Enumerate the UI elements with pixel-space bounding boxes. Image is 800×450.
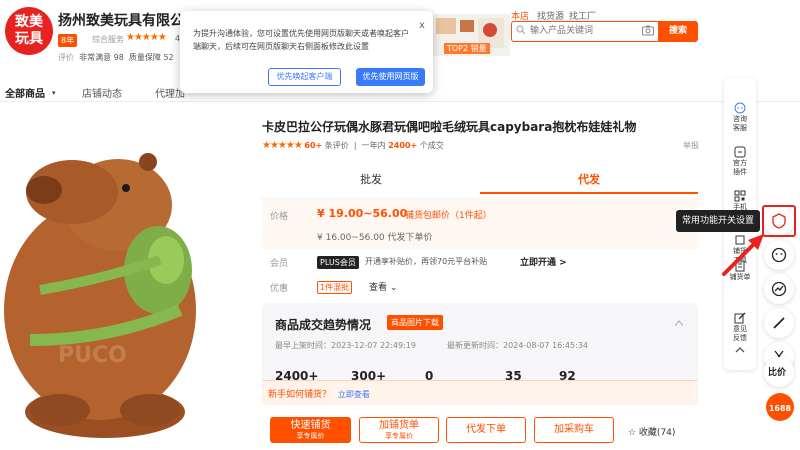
chevron-up-icon[interactable] [675,320,683,326]
price-note: 铺货包邮价（1件起） [405,211,492,221]
sales-count: 2400+ [388,141,418,150]
plus-member-badge: PLUS会员 [317,256,359,269]
favorite-button[interactable]: ☆ 收藏(74) [628,425,675,438]
plugin-icon [734,146,746,158]
last-updated-time: 最新更新时间：2024-08-07 16:45:34 [447,341,588,350]
shop-logo[interactable]: 致美 玩具 [5,7,53,55]
add-to-cart-button[interactable]: 加采购车 [534,417,614,443]
metric-label: 评价 [58,53,74,62]
price-compare-label: 比价 [768,368,787,378]
prefer-client-button[interactable]: 优先唤起客户端 [268,68,341,86]
search-box[interactable] [511,21,658,42]
product-image[interactable]: PUCO [0,110,230,450]
qrcode-icon [734,190,746,202]
prefer-web-button[interactable]: 优先使用网页版 [356,68,425,86]
how-to-link[interactable]: 立即查看 [338,390,370,399]
review-count[interactable]: 60+ [304,141,322,150]
price-label: 价格 [270,212,289,222]
shop-rating-stars: ★★★★★ [126,32,167,43]
popup-message: 为提升沟通体验，您可设置优先使用网页版聊天或者唤起客户端聊天，后续可在网页版聊天… [193,29,409,51]
price-block: 价格 ¥ 19.00~56.00 铺货包邮价（1件起） ¥ 16.00~56.0… [262,197,698,249]
shop-year-badge: 8年 [58,34,78,47]
report-link[interactable]: 举报 [683,140,699,151]
first-listed-time: 最早上架时间：2023-12-07 22:49:19 [275,341,416,350]
add-to-list-button[interactable]: 加铺货单 享专属价 [359,417,439,443]
logo-1688-text: 1688 [769,404,792,413]
arrow-icon [722,234,764,276]
chevron-down-icon: ▾ [52,89,56,97]
nav-all-products[interactable]: 全部商品 [5,85,45,100]
tab-wholesale[interactable]: 批发 [262,166,480,194]
chevron-up-icon [735,347,745,353]
product-title: 卡皮巴拉公仔玩偶水豚君玩偶吧啦毛绒玩具capybara抱枕布娃娃礼物 [262,120,637,134]
close-icon[interactable]: x [419,20,425,31]
sidebar-label: 意见 反馈 [733,325,747,342]
chat-preference-popup: 为提升沟通体验，您可设置优先使用网页版聊天或者唤起客户端聊天，后续可在网页版聊天… [180,11,433,93]
svg-text:PUCO: PUCO [58,343,127,368]
scroll-top-button[interactable] [724,344,756,357]
add-list-label: 加铺货单 [379,420,419,431]
rating-row: ★★★★★ 60+ 条评价 | 一年内 2400+ 个成交 [262,140,444,151]
quick-list-sub: 享专属价 [296,432,325,440]
review-label: 条评价 [324,141,349,150]
rating-stars: ★★★★★ [262,140,303,151]
camera-icon[interactable] [642,25,654,36]
nav-shop-news[interactable]: 店铺动态 [82,85,122,100]
sidebar-item-plugin[interactable]: 官方 插件 [724,128,756,177]
plus-member-text: 开通享补贴价，再领70元平台补贴 [365,257,488,266]
how-to-text: 新手如何铺货？ [268,390,332,400]
discount-badge: 1件混批 [317,281,353,294]
sidebar-item-consult[interactable]: 咨询 客服 [724,84,756,133]
shop-metrics: 评价 非常满意 98 质量保障 52 [58,52,174,63]
trend-title: 商品成交趋势情况 [275,318,372,332]
sidebar-item-feedback[interactable]: 意见 反馈 [724,294,756,343]
discount-view-link[interactable]: 查看 ⌄ [369,280,397,293]
download-images-button[interactable]: 商品图片下载 [387,315,443,330]
search-input[interactable] [530,22,640,40]
metric-quality: 质量保障 52 [128,53,174,62]
sales-suffix: 个成交 [419,141,444,150]
search-button[interactable]: 搜索 [658,21,698,42]
tab-dropship[interactable]: 代发 [480,166,698,194]
how-to-banner: 新手如何铺货？ 立即查看 [262,381,698,405]
trend-icon [771,281,787,297]
action-bar: 新手如何铺货？ 立即查看 快速铺货 享专属价 加铺货单 享专属价 代发下单 加采… [262,380,698,450]
top2-badge: TOP2 销量 [444,43,490,54]
chat-icon [734,102,746,114]
smile-icon [771,247,787,263]
discount-label: 优惠 [270,284,289,294]
shop-name[interactable]: 扬州致美玩具有限公司 [58,10,198,30]
edit-icon [734,312,746,324]
service-label: 综合服务 [92,35,124,44]
price-range: ¥ 19.00~56.00 [317,207,408,220]
dropship-price: ¥ 16.00~56.00 代发下单价 [317,233,433,243]
purchase-mode-tabs: 批发 代发 [262,166,698,194]
price-compare-button[interactable]: 比价 [764,357,794,387]
sales-prefix: 一年内 [361,141,386,150]
pencil-icon [773,317,785,329]
quick-list-button[interactable]: 快速铺货 享专属价 [270,417,351,443]
add-list-sub: 享专属价 [385,432,413,440]
logo-1688[interactable]: 1688 [765,392,795,422]
member-label: 会员 [270,259,289,269]
search-icon [516,25,526,35]
quick-list-label: 快速铺货 [290,420,331,431]
metric-satisfaction: 非常满意 98 [79,53,124,62]
edit-button[interactable] [764,308,794,338]
dropship-order-button[interactable]: 代发下单 [446,417,526,443]
plus-open-link[interactable]: 立即开通 > [520,255,567,268]
